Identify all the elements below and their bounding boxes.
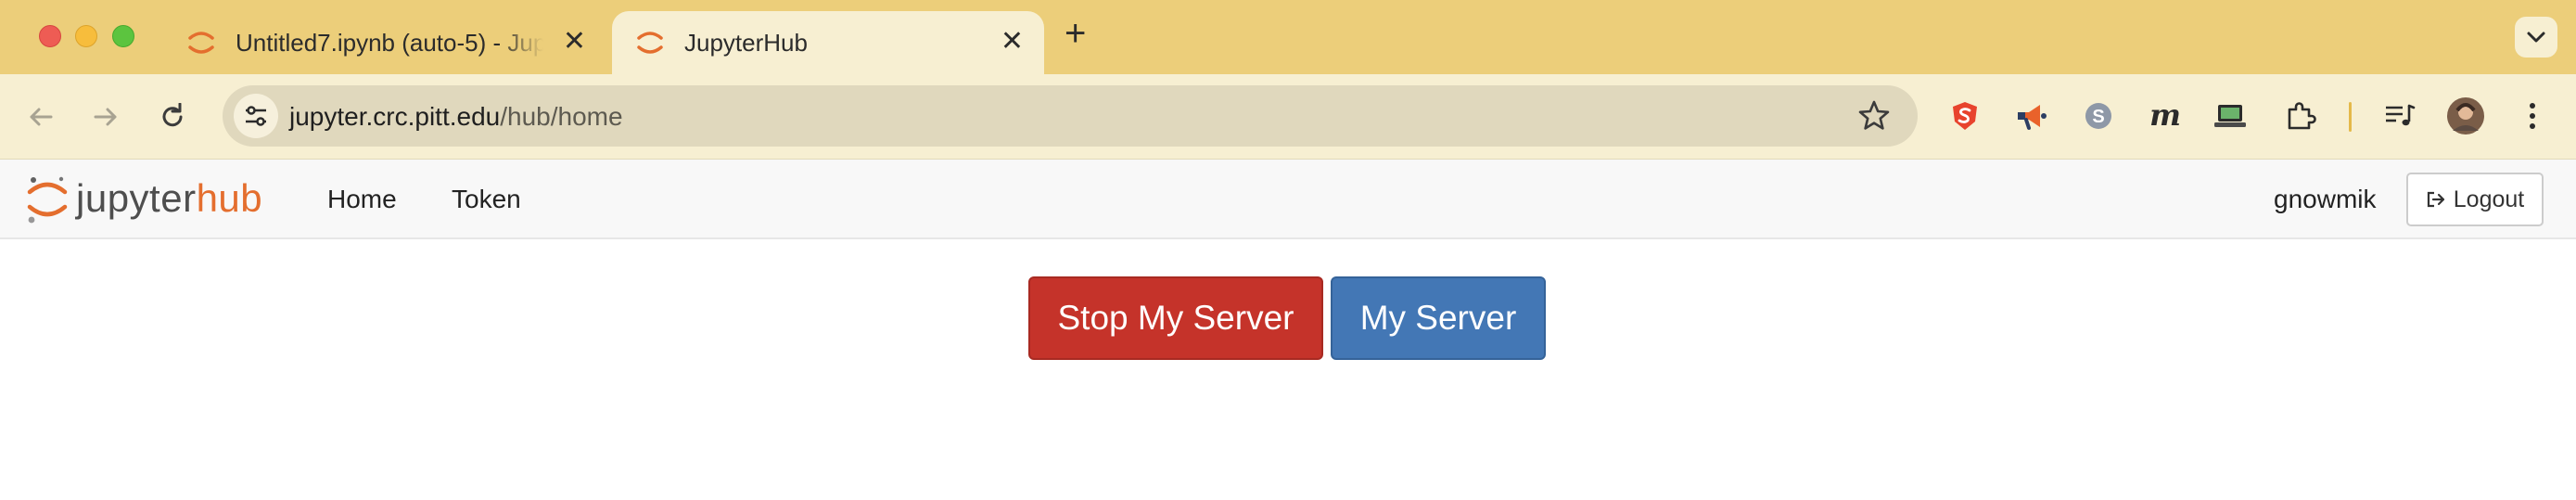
tab-search-button[interactable]	[2515, 17, 2557, 58]
nav-home-link[interactable]: Home	[327, 185, 397, 214]
sign-out-icon	[2427, 191, 2444, 208]
logo-word-hub: hub	[196, 176, 263, 220]
url-text[interactable]: jupyter.crc.pitt.edu/hub/home	[289, 102, 623, 132]
jupyter-favicon-icon	[637, 32, 663, 54]
tab-close-icon[interactable]: ✕	[1001, 28, 1024, 56]
shield-s-extension-icon[interactable]	[1944, 95, 1986, 137]
browser-tab-strip: Untitled7.ipynb (auto-5) - Jupyter ✕ Jup…	[0, 0, 2576, 74]
more-menu-icon[interactable]	[2511, 95, 2554, 137]
browser-tab-notebook[interactable]: Untitled7.ipynb (auto-5) - Jupyter ✕	[163, 11, 599, 74]
forward-button[interactable]	[85, 96, 126, 137]
laptop-extension-icon[interactable]	[2209, 95, 2251, 137]
jupyterhub-navbar: jupyterhub Home Token gnowmik Logout	[0, 160, 2576, 239]
megaphone-extension-icon[interactable]	[2010, 95, 2053, 137]
new-tab-button[interactable]: +	[1065, 15, 1086, 52]
url-path: /hub/home	[500, 102, 623, 131]
m-extension-icon[interactable]: m	[2144, 95, 2187, 137]
logout-label: Logout	[2453, 186, 2525, 212]
stop-my-server-button[interactable]: Stop My Server	[1028, 276, 1323, 360]
back-button[interactable]	[20, 96, 61, 137]
logout-button[interactable]: Logout	[2406, 173, 2544, 226]
svg-text:m: m	[2149, 100, 2181, 132]
site-settings-button[interactable]	[234, 94, 278, 138]
window-close-button[interactable]	[39, 25, 61, 47]
username-label: gnowmik	[2274, 185, 2377, 213]
profile-avatar[interactable]	[2444, 95, 2487, 137]
my-server-button[interactable]: My Server	[1331, 276, 1546, 360]
jupyter-logo-icon	[27, 176, 68, 224]
puzzle-extensions-icon[interactable]	[2278, 95, 2321, 137]
media-queue-icon[interactable]	[2378, 95, 2421, 137]
star-icon	[1858, 100, 1890, 130]
logo-word-jupyter: jupyter	[76, 176, 197, 220]
jupyterhub-logo[interactable]: jupyterhub	[26, 171, 262, 226]
reload-icon	[162, 103, 183, 127]
tab-title: JupyterHub	[684, 28, 808, 57]
tune-icon	[246, 106, 266, 126]
jupyter-favicon-icon	[188, 32, 214, 54]
arrow-left-icon	[30, 108, 53, 126]
skype-extension-icon[interactable]: S	[2077, 95, 2120, 137]
window-zoom-button[interactable]	[112, 25, 134, 47]
arrow-right-icon	[94, 108, 117, 126]
svg-text:S: S	[2092, 107, 2104, 127]
tab-title: Untitled7.ipynb (auto-5) - Jupyter	[236, 28, 543, 57]
tab-close-icon[interactable]: ✕	[563, 28, 586, 56]
reload-button[interactable]	[152, 96, 193, 137]
bookmark-star-button[interactable]	[1856, 98, 1892, 138]
nav-token-link[interactable]: Token	[452, 185, 521, 214]
address-bar[interactable]: jupyter.crc.pitt.edu/hub/home	[223, 85, 1918, 147]
browser-tab-jupyterhub[interactable]: JupyterHub ✕	[612, 11, 1044, 74]
url-host: jupyter.crc.pitt.edu	[289, 102, 501, 131]
toolbar-separator	[2349, 102, 2352, 132]
browser-toolbar: jupyter.crc.pitt.edu/hub/home S m	[0, 74, 2576, 160]
window-minimize-button[interactable]	[75, 25, 97, 47]
chevron-down-icon	[2527, 32, 2545, 43]
